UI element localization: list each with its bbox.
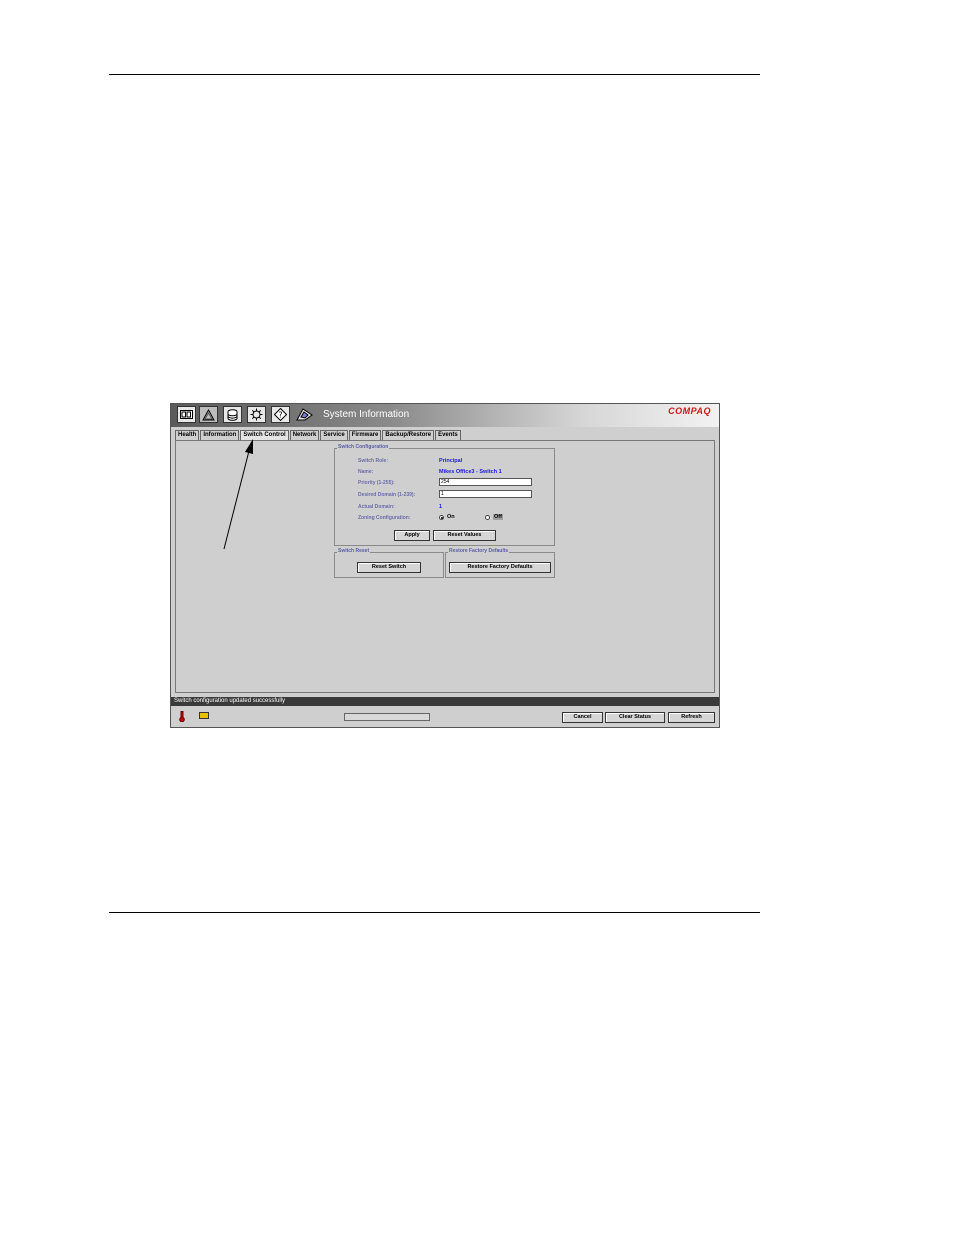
zoning-on-label: On [447,514,455,520]
radio-selected-icon [439,514,444,520]
cancel-button[interactable]: Cancel [562,712,603,723]
tab-events[interactable]: Events [435,430,461,440]
refresh-button[interactable]: Refresh [668,712,715,723]
tab-bar: Health Information Switch Control Networ… [175,430,462,441]
zoning-off-label: Off [493,514,503,520]
window-title: System Information [323,409,410,420]
actual-domain-label: Actual Domain: [358,504,395,510]
tab-health[interactable]: Health [175,430,200,440]
zone-admin-icon[interactable] [199,406,218,423]
zoning-on-radio[interactable]: On [439,514,455,520]
radio-unselected-icon [485,514,490,520]
restore-factory-defaults-button[interactable]: Restore Factory Defaults [449,562,551,573]
apply-button[interactable]: Apply [394,530,430,541]
bottom-rule [109,912,760,913]
switch-role-label: Switch Role: [358,458,389,464]
clear-status-button[interactable]: Clear Status [605,712,665,723]
restore-factory-defaults-group: Restore Factory Defaults Restore Factory… [445,548,555,578]
top-rule [109,74,760,75]
priority-label: Priority (1-255): [358,480,395,486]
desired-domain-input[interactable]: 1 [439,490,532,498]
desired-domain-label: Desired Domain (1-239): [358,492,416,498]
group-title: Restore Factory Defaults [448,548,510,554]
reset-values-button[interactable]: Reset Values [433,530,496,541]
help-icon[interactable]: ? [271,406,290,423]
switch-configuration-group: Switch Configuration Switch Role: Princi… [334,444,555,546]
zoning-configuration-label: Zoning Configuration: [358,515,411,521]
reset-switch-button[interactable]: Reset Switch [357,562,421,573]
zoning-off-radio[interactable]: Off [485,514,503,520]
name-value: Mikes Office3 - Switch 1 [439,469,502,475]
priority-input[interactable]: 254 [439,478,532,486]
tab-backup-restore[interactable]: Backup/Restore [382,430,435,440]
logo-icon [295,406,314,423]
switch-role-value: Principal [439,458,463,464]
thermometer-icon [179,711,185,722]
tab-firmware[interactable]: Firmware [348,430,382,440]
svg-text:?: ? [278,410,282,419]
network-status-icon [199,712,209,719]
tab-network[interactable]: Network [289,430,320,440]
progress-bar [344,713,430,721]
switch-reset-group: Switch Reset Reset Switch [334,548,444,578]
group-title: Switch Reset [337,548,371,554]
group-title: Switch Configuration [337,444,390,450]
tab-content-panel: Switch Configuration Switch Role: Princi… [175,440,715,693]
status-bar: Switch configuration updated successfull… [171,697,719,706]
switch-admin-icon[interactable] [247,406,266,423]
app-window: ? System Information COMPAQ Health Infor… [170,403,720,728]
tab-information[interactable]: Information [200,430,240,440]
switch-view-icon[interactable] [177,406,196,423]
tab-service[interactable]: Service [320,430,348,440]
compaq-logo: COMPAQ [668,406,711,416]
name-label: Name: [358,469,374,475]
title-bar: ? System Information COMPAQ [171,404,719,427]
fabric-icon[interactable] [223,406,242,423]
actual-domain-value: 1 [439,504,443,510]
